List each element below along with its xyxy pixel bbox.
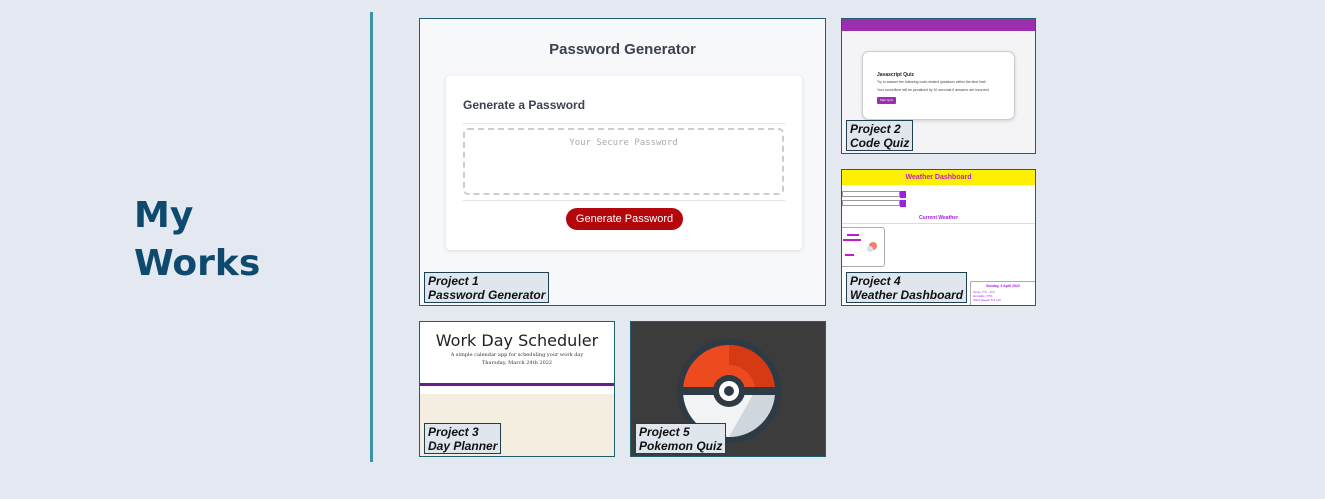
weather-icon — [843, 234, 877, 256]
preview-current-card — [842, 227, 885, 267]
project-caption: Project 2 Code Quiz — [846, 120, 914, 151]
preview-forecast-card: Sunday, 3 April 2022 Temp: 7°C - 9°C Hum… — [970, 281, 1035, 305]
preview-header-bar — [842, 19, 1035, 31]
preview-subtitle: Generate a Password — [463, 98, 586, 112]
preview-start-button: Start Quiz — [877, 97, 896, 104]
project-card-code-quiz[interactable]: Javascript Quiz Try to answer the follow… — [841, 18, 1036, 154]
project-caption: Project 1 Password Generator — [424, 272, 550, 303]
project-number: Project 4 — [850, 274, 901, 288]
project-name: Weather Dashboard — [850, 288, 964, 302]
preview-divider — [463, 200, 785, 201]
preview-password-area: Your Secure Password — [463, 128, 784, 195]
preview-title: Password Generator — [549, 41, 696, 58]
preview-current-heading: Current Weather — [918, 215, 959, 221]
preview-divider — [420, 383, 614, 386]
preview-date: Thursday, March 24th 2022 — [481, 360, 553, 366]
project-card-weather-dashboard[interactable]: Weather Dashboard Current Weather Sunday… — [841, 169, 1036, 306]
preview-forecast-wind: Wind Speed: 5.4 m/s — [973, 298, 1001, 302]
preview-forecast-date: Sunday, 3 April 2022 — [986, 284, 1020, 288]
preview-text: Try to answer the following code-related… — [877, 80, 987, 84]
preview-panel: Javascript Quiz Try to answer the follow… — [862, 51, 1015, 120]
preview-panel: Generate a Password Your Secure Password… — [446, 76, 802, 250]
preview-subtitle: A simple calendar app for scheduling you… — [450, 352, 584, 358]
preview-select-button — [900, 200, 906, 207]
preview-search-button — [900, 191, 906, 198]
preview-title: Weather Dashboard — [842, 170, 1035, 185]
project-number: Project 5 — [639, 425, 690, 439]
vertical-divider — [370, 12, 373, 462]
preview-select-input — [842, 200, 900, 206]
project-name: Code Quiz — [850, 136, 910, 150]
preview-divider — [463, 123, 785, 124]
preview-search-input — [842, 191, 900, 197]
preview-title: Work Day Scheduler — [435, 331, 599, 350]
project-name: Pokemon Quiz — [639, 439, 723, 453]
preview-text: Your score/time will be penalized by 10 … — [877, 88, 990, 92]
project-card-pokemon-quiz[interactable]: Project 5 Pokemon Quiz — [630, 321, 826, 457]
project-card-password-generator[interactable]: Password Generator Generate a Password Y… — [419, 18, 826, 306]
project-name: Day Planner — [428, 439, 498, 453]
section-title: My Works — [134, 195, 261, 284]
project-caption: Project 4 Weather Dashboard — [846, 272, 968, 303]
project-number: Project 2 — [850, 122, 901, 136]
project-name: Password Generator — [428, 288, 546, 302]
project-caption: Project 5 Pokemon Quiz — [635, 423, 727, 454]
preview-generate-button: Generate Password — [566, 208, 683, 230]
project-number: Project 1 — [428, 274, 479, 288]
project-card-day-planner[interactable]: Work Day Scheduler A simple calendar app… — [419, 321, 615, 457]
project-number: Project 3 — [428, 425, 479, 439]
preview-divider — [842, 223, 1035, 224]
preview-title: Javascript Quiz — [877, 72, 914, 78]
project-caption: Project 3 Day Planner — [424, 423, 502, 454]
